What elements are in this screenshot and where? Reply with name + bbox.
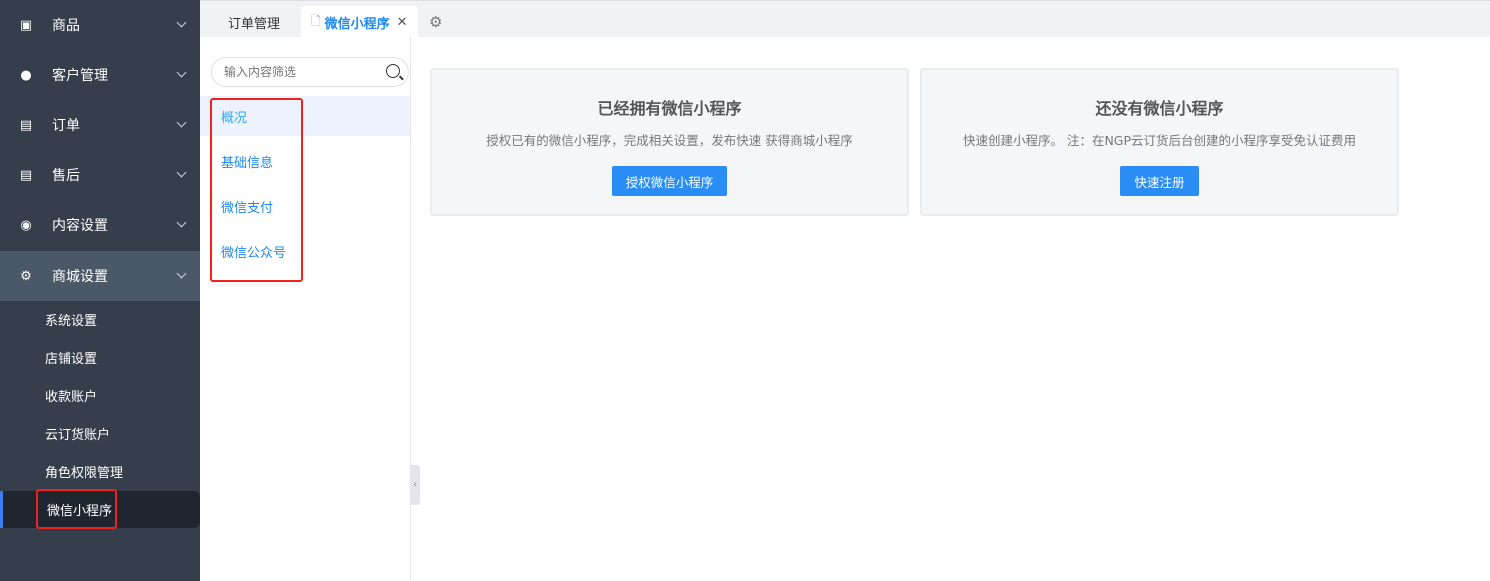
chevron-down-icon <box>176 117 187 128</box>
product-icon: ▣ <box>19 17 33 33</box>
chevron-down-icon <box>176 167 187 178</box>
highlight-box <box>210 98 303 282</box>
chevron-down-icon <box>176 217 187 228</box>
sidebar-group-mall-settings[interactable]: ⚙ 商城设置 <box>0 251 200 301</box>
highlight-box <box>36 489 117 529</box>
card-new-miniprogram: 还没有微信小程序 快速创建小程序。 注：在NGP云订货后台创建的小程序享受免认证… <box>920 68 1399 216</box>
sidebar-group-label: 商城设置 <box>52 269 108 285</box>
sidebar-group-after-sale[interactable]: ▤ 售后 <box>0 150 200 200</box>
search-box <box>211 57 409 87</box>
sidebar: ▣ 商品 ● 客户管理 ▤ 订单 ▤ 售后 ◉ 内容设置 ⚙ 商城设置 系统设置… <box>0 0 200 581</box>
card-existing-miniprogram: 已经拥有微信小程序 授权已有的微信小程序，完成相关设置，发布快速 获得商城小程序… <box>430 68 909 216</box>
search-icon[interactable] <box>386 64 400 78</box>
tab-label: 微信小程序 <box>324 16 390 32</box>
sidebar-item-payment-account[interactable]: 收款账户 <box>0 377 200 414</box>
tab-label: 订单管理 <box>228 16 281 32</box>
card-description: 快速创建小程序。 注：在NGP云订货后台创建的小程序享受免认证费用 <box>962 133 1357 148</box>
sidebar-item-role-permissions[interactable]: 角色权限管理 <box>0 453 200 490</box>
card-title: 已经拥有微信小程序 <box>597 99 742 118</box>
chevron-down-icon <box>176 17 187 28</box>
sidebar-group-label: 订单 <box>52 118 80 134</box>
file-icon: 🗋 <box>311 13 321 28</box>
tab-wechat-miniprogram[interactable]: 🗋 微信小程序 ✕ <box>301 6 418 38</box>
order-icon: ▤ <box>19 117 33 133</box>
collapse-handle[interactable]: ‹ <box>410 465 420 505</box>
sidebar-item-system-settings[interactable]: 系统设置 <box>0 301 200 338</box>
sidebar-group-label: 客户管理 <box>52 68 108 84</box>
search-input[interactable] <box>224 65 374 79</box>
card-description: 授权已有的微信小程序，完成相关设置，发布快速 获得商城小程序 <box>486 133 853 148</box>
sidebar-group-label: 商品 <box>52 18 80 34</box>
eye-icon: ◉ <box>20 217 32 233</box>
settings-nav-panel: 概况 基础信息 微信支付 微信公众号 <box>200 37 411 581</box>
sidebar-group-content[interactable]: ◉ 内容设置 <box>0 200 200 250</box>
chevron-left-icon: ‹ <box>413 480 417 490</box>
sidebar-group-product[interactable]: ▣ 商品 <box>0 0 200 50</box>
chevron-down-icon <box>176 268 187 279</box>
chevron-down-icon <box>176 67 187 78</box>
sidebar-group-label: 售后 <box>52 168 80 184</box>
customer-icon: ● <box>20 67 32 83</box>
sidebar-item-cloud-order-account[interactable]: 云订货账户 <box>0 415 200 452</box>
authorize-miniprogram-button[interactable]: 授权微信小程序 <box>611 166 728 196</box>
after-sale-icon: ▤ <box>19 167 33 183</box>
sidebar-group-customer[interactable]: ● 客户管理 <box>0 50 200 100</box>
tab-bar: 订单管理 🗋 微信小程序 ✕ ⚙ <box>200 0 1490 38</box>
close-icon[interactable]: ✕ <box>397 15 408 30</box>
tab-order-management[interactable]: 订单管理 <box>228 6 280 38</box>
sidebar-group-order[interactable]: ▤ 订单 <box>0 100 200 150</box>
quick-register-button[interactable]: 快速注册 <box>1120 166 1199 196</box>
sidebar-item-store-settings[interactable]: 店铺设置 <box>0 339 200 376</box>
gear-icon: ⚙ <box>20 268 32 284</box>
card-title: 还没有微信小程序 <box>1095 99 1224 118</box>
sidebar-group-label: 内容设置 <box>52 218 108 234</box>
gear-icon[interactable]: ⚙ <box>429 6 442 38</box>
